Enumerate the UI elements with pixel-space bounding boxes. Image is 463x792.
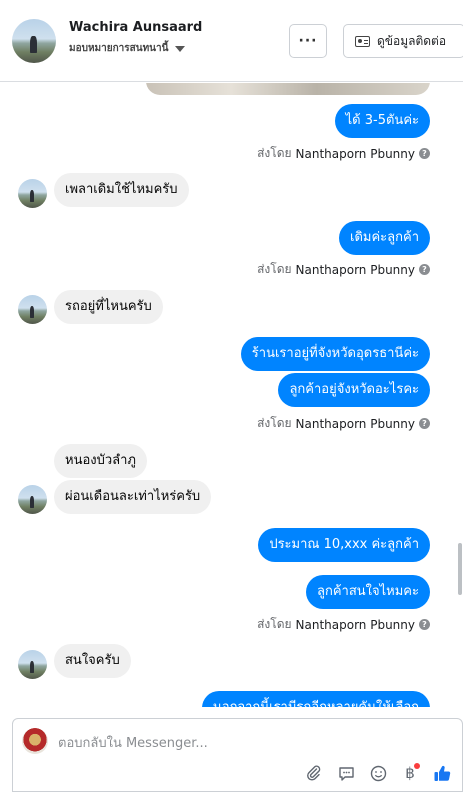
image-message-fragment[interactable] [146, 83, 430, 95]
message-bubble-outgoing[interactable]: ลูกค้าอยู่จังหวัดอะไรคะ [278, 373, 430, 407]
contact-avatar[interactable] [12, 19, 56, 63]
id-card-icon [355, 35, 370, 47]
sent-by-line: ส่งโดย Nanthaporn Pbunny ? [257, 144, 430, 163]
message-bubble-outgoing[interactable]: ร้านเราอยู่ที่จังหวัดอุดรธานีค่ะ [240, 337, 430, 371]
more-options-button[interactable]: ··· [289, 24, 327, 58]
view-contact-button[interactable]: ดูข้อมูลติดต่อ [343, 24, 463, 58]
notification-dot [414, 763, 420, 769]
thread-scrollbar[interactable] [458, 543, 462, 595]
composer-toolbar: ฿ [304, 763, 452, 783]
message-bubble-incoming[interactable]: หนองบัวลำภู [54, 444, 147, 478]
message-thread[interactable]: ได้ 3-5ตันค่ะ ส่งโดย Nanthaporn Pbunny ?… [0, 83, 463, 707]
message-bubble-outgoing[interactable]: ประมาณ 10,xxx ค่ะลูกค้า [258, 528, 430, 562]
sender-avatar[interactable] [18, 485, 47, 514]
baht-payment-icon[interactable]: ฿ [400, 763, 420, 783]
caret-down-icon [175, 45, 186, 52]
sent-by-prefix: ส่งโดย [257, 416, 292, 430]
sent-by-agent: Nanthaporn Pbunny [295, 146, 415, 161]
sent-by-line: ส่งโดย Nanthaporn Pbunny ? [257, 260, 430, 279]
message-bubble-incoming[interactable]: ผ่อนเดือนละเท่าไหร่ครับ [54, 480, 212, 514]
sticker-icon[interactable] [336, 763, 356, 783]
help-icon[interactable]: ? [419, 264, 430, 275]
message-bubble-outgoing[interactable]: ลูกค้าสนใจไหมคะ [306, 575, 430, 609]
assign-conversation-dropdown[interactable]: มอบหมายการสนทนานี้ [69, 41, 186, 56]
message-bubble-outgoing[interactable]: ได้ 3-5ตันค่ะ [334, 104, 430, 138]
contact-name[interactable]: Wachira Aunsaard [69, 20, 202, 35]
attach-icon[interactable] [304, 763, 324, 783]
message-bubble-incoming[interactable]: รถอยู่ที่ไหนครับ [54, 290, 163, 324]
help-icon[interactable]: ? [419, 148, 430, 159]
conversation-header: Wachira Aunsaard มอบหมายการสนทนานี้ ··· … [0, 0, 463, 82]
sender-avatar[interactable] [18, 650, 47, 679]
sent-by-prefix: ส่งโดย [257, 617, 292, 631]
message-bubble-outgoing[interactable]: นอกจากนี้เรามีรถอีกหลายคันให้เลือก [201, 691, 430, 707]
sender-avatar[interactable] [18, 295, 47, 324]
sent-by-line: ส่งโดย Nanthaporn Pbunny ? [257, 615, 430, 634]
sent-by-agent: Nanthaporn Pbunny [295, 617, 415, 632]
reply-input[interactable] [58, 733, 438, 753]
emoji-icon[interactable] [368, 763, 388, 783]
assign-label: มอบหมายการสนทนานี้ [69, 43, 169, 54]
message-bubble-incoming[interactable]: เพลาเดิมใช้ไหมครับ [54, 173, 189, 207]
sender-avatar[interactable] [18, 179, 47, 208]
sent-by-prefix: ส่งโดย [257, 262, 292, 276]
page-avatar [22, 728, 48, 754]
help-icon[interactable]: ? [419, 619, 430, 630]
reply-composer: ฿ [12, 718, 463, 792]
message-bubble-incoming[interactable]: สนใจครับ [54, 644, 131, 678]
message-bubble-outgoing[interactable]: เดิมค่ะลูกค้า [339, 221, 430, 255]
sent-by-agent: Nanthaporn Pbunny [295, 416, 415, 431]
sent-by-prefix: ส่งโดย [257, 146, 292, 160]
sent-by-line: ส่งโดย Nanthaporn Pbunny ? [257, 414, 430, 433]
help-icon[interactable]: ? [419, 418, 430, 429]
sent-by-agent: Nanthaporn Pbunny [295, 262, 415, 277]
thumbs-up-icon[interactable] [432, 763, 452, 783]
view-contact-label: ดูข้อมูลติดต่อ [377, 33, 447, 48]
